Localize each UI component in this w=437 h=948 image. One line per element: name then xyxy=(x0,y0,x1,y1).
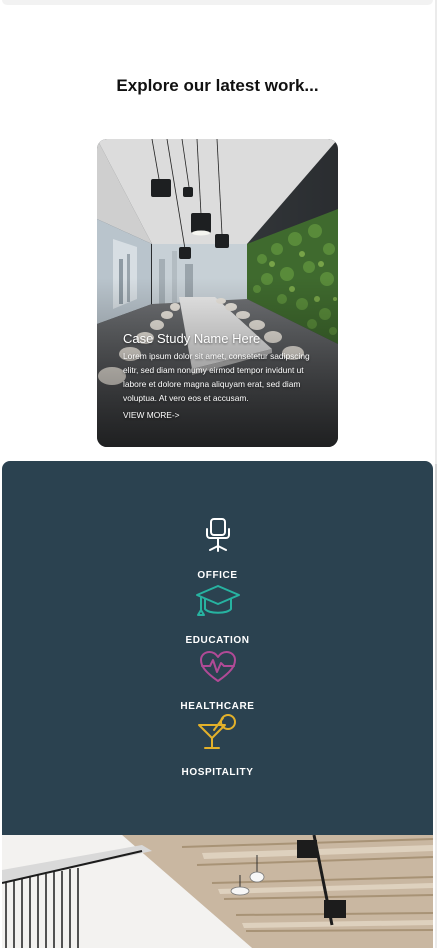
view-more-link[interactable]: VIEW MORE-> xyxy=(123,408,180,422)
sector-label-hospitality: HOSPITALITY xyxy=(181,767,254,778)
sector-healthcare[interactable]: HEALTHCARE xyxy=(2,649,433,715)
sector-label-healthcare: HEALTHCARE xyxy=(180,701,255,712)
sectors-panel: OFFICE EDUCATION HEALTHCARE HOSPITALITY xyxy=(2,461,433,837)
case-study-title: Case Study Name Here xyxy=(123,331,261,346)
office-interior-photo xyxy=(2,835,433,948)
cocktail-glass-icon xyxy=(198,714,236,749)
graduation-cap-icon xyxy=(196,585,240,616)
case-study-description: Lorem ipsum dolor sit amet, consetetur s… xyxy=(123,351,310,403)
case-study-text: Case Study Name Here Lorem ipsum dolor s… xyxy=(123,331,311,423)
case-study-card[interactable]: Case Study Name Here Lorem ipsum dolor s… xyxy=(97,139,338,447)
sector-label-education: EDUCATION xyxy=(185,635,250,646)
sector-office[interactable]: OFFICE xyxy=(2,513,433,583)
top-strip xyxy=(2,0,433,5)
sector-label-office: OFFICE xyxy=(197,570,238,581)
sector-hospitality[interactable]: HOSPITALITY xyxy=(2,713,433,783)
section-title: Explore our latest work... xyxy=(116,76,319,95)
heart-pulse-icon xyxy=(200,651,236,682)
sector-education[interactable]: EDUCATION xyxy=(2,583,433,649)
office-interior-image xyxy=(2,835,433,948)
office-chair-icon xyxy=(206,518,230,552)
